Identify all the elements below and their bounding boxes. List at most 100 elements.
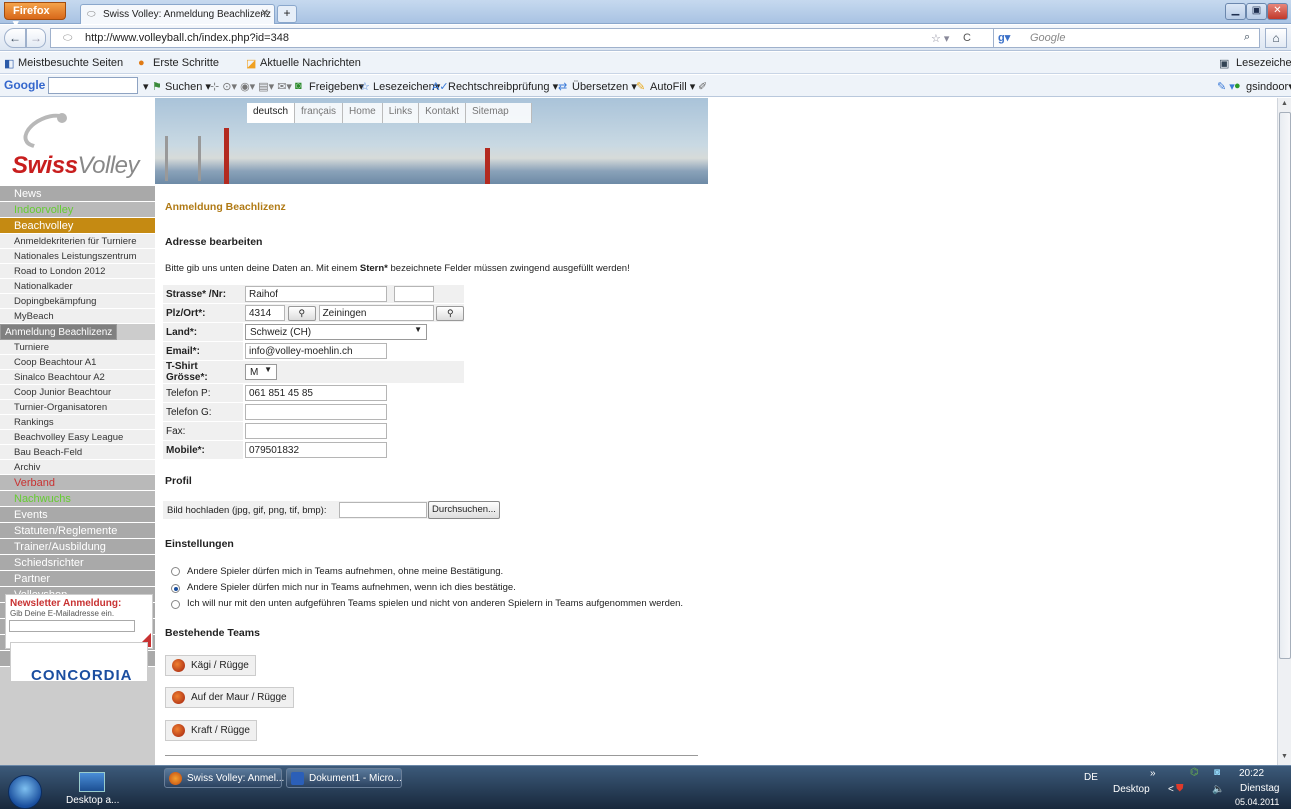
- scroll-down-icon[interactable]: ▼: [1281, 753, 1288, 760]
- sidebar-section-partner[interactable]: Partner: [0, 571, 155, 587]
- tshirt-select[interactable]: M ▼: [245, 364, 277, 380]
- team-button-2[interactable]: Auf der Maur / Rügge: [165, 687, 294, 708]
- google-search-engine-icon[interactable]: g▾: [998, 31, 1010, 44]
- lang-deutsch-link[interactable]: deutsch: [247, 103, 296, 123]
- tray-expand-icon[interactable]: »: [1150, 768, 1156, 779]
- wrench-icon[interactable]: ✎ ▾: [1217, 80, 1235, 93]
- dropdown-arrow-icon[interactable]: ▾: [143, 80, 149, 93]
- setting-radio-1[interactable]: [171, 567, 180, 576]
- sidebar-item-mybeach[interactable]: MyBeach: [0, 309, 155, 324]
- sidebar-item-beachvolley-easy-league[interactable]: Beachvolley Easy League: [0, 430, 155, 445]
- firefox-menu-button[interactable]: Firefox ▾: [4, 2, 66, 30]
- clock-time[interactable]: 20:22: [1239, 768, 1264, 779]
- sidebar-section-beachvolley[interactable]: Beachvolley: [0, 218, 155, 234]
- google-logo[interactable]: Google: [4, 78, 45, 92]
- reload-icon[interactable]: C: [963, 32, 971, 44]
- plz-input[interactable]: 4314: [245, 305, 285, 321]
- search-bar[interactable]: g▾ Google ⌕: [993, 28, 1260, 48]
- chevron-left-icon[interactable]: <: [1168, 784, 1174, 795]
- tab-close-icon[interactable]: ✕: [261, 8, 269, 19]
- home-link[interactable]: Home: [343, 103, 383, 123]
- team-button-3[interactable]: Kraft / Rügge: [165, 720, 257, 741]
- forward-button[interactable]: →: [26, 28, 46, 48]
- sidebar-item-anmeldung-beachlizenz[interactable]: Anmeldung Beachlizenz: [0, 324, 118, 340]
- land-select[interactable]: Schweiz (CH) ▼: [245, 324, 427, 340]
- browser-tab[interactable]: ⬭ Swiss Volley: Anmeldung Beachlizenz ✕: [80, 4, 275, 24]
- team-button-1[interactable]: Kägi / Rügge: [165, 655, 256, 676]
- street-number-input[interactable]: [393, 286, 434, 302]
- scrollbar-thumb[interactable]: [1279, 112, 1291, 659]
- sidebar-section-statuten-reglemente[interactable]: Statuten/Reglemente: [0, 523, 155, 539]
- sitemap-link[interactable]: Sitemap: [466, 103, 532, 123]
- toolbar-autofill-button[interactable]: AutoFill ▾: [650, 80, 695, 93]
- antivirus-icon[interactable]: ⛊: [1176, 783, 1184, 794]
- bookmark-getting-started[interactable]: Erste Schritte: [153, 57, 219, 69]
- street-input[interactable]: Raihof: [245, 286, 387, 302]
- page-scrollbar[interactable]: ▲ ▼: [1277, 98, 1291, 765]
- sidebar-item-bau-beach-feld[interactable]: Bau Beach-Feld: [0, 445, 155, 460]
- plz-lookup-button[interactable]: ⚲: [287, 305, 316, 321]
- clock-date[interactable]: 05.04.2011: [1235, 797, 1279, 807]
- bookmark-most-visited[interactable]: Meistbesuchte Seiten: [18, 57, 123, 69]
- search-icon[interactable]: ⌕: [1244, 31, 1250, 44]
- tel-g-input[interactable]: [245, 404, 387, 420]
- sidebar-section-nachwuchs[interactable]: Nachwuchs: [0, 491, 155, 507]
- minimize-button[interactable]: ▁: [1225, 3, 1246, 20]
- close-window-button[interactable]: ✕: [1267, 3, 1288, 20]
- network-icon[interactable]: ⌬: [1190, 767, 1199, 778]
- pencil-icon[interactable]: ✐: [698, 80, 707, 93]
- mobile-input[interactable]: 079501832: [245, 442, 387, 458]
- sidebar-section-events[interactable]: Events: [0, 507, 155, 523]
- ort-input[interactable]: Zeiningen: [318, 305, 434, 321]
- scroll-up-icon[interactable]: ▲: [1281, 100, 1288, 107]
- bookmarks-menu-button[interactable]: Lesezeichen: [1236, 57, 1291, 69]
- sidebar-item-dopingbek-mpfung[interactable]: Dopingbekämpfung: [0, 294, 155, 309]
- setting-radio-3[interactable]: [171, 600, 180, 609]
- sidebar-item-nationales-leistungszentrum[interactable]: Nationales Leistungszentrum: [0, 249, 155, 264]
- newsletter-email-input[interactable]: [9, 620, 135, 632]
- sidebar-item-sinalco-beachtour-a2[interactable]: Sinalco Beachtour A2: [0, 370, 155, 385]
- toolbar-translate-button[interactable]: Übersetzen ▾: [572, 80, 637, 93]
- bookmark-latest-news[interactable]: Aktuelle Nachrichten: [260, 57, 361, 69]
- language-indicator[interactable]: DE: [1084, 772, 1098, 783]
- taskbar-firefox-button[interactable]: Swiss Volley: Anmel...: [164, 768, 284, 788]
- sidebar-item-coop-junior-beachtour[interactable]: Coop Junior Beachtour: [0, 385, 155, 400]
- ort-lookup-button[interactable]: ⚲: [436, 305, 465, 321]
- sidebar-item-turniere[interactable]: Turniere: [0, 340, 155, 355]
- home-button[interactable]: ⌂: [1265, 28, 1287, 48]
- sidebar-section-schiedsrichter[interactable]: Schiedsrichter: [0, 555, 155, 571]
- sidebar-item-anmeldekriterien-f-r-turniere[interactable]: Anmeldekriterien für Turniere: [0, 234, 155, 249]
- toolbar-tools-icons[interactable]: ⊹ ⊙▾ ◉▾ ▤▾ ✉▾: [210, 80, 292, 93]
- sidebar-section-verband[interactable]: Verband: [0, 475, 155, 491]
- lang-francais-link[interactable]: français: [295, 103, 344, 123]
- sidebar-item-nationalkader[interactable]: Nationalkader: [0, 279, 155, 294]
- volume-icon[interactable]: 🔈: [1212, 784, 1224, 795]
- back-button[interactable]: ←: [4, 28, 26, 48]
- fax-input[interactable]: [245, 423, 387, 439]
- show-desktop-shortcut[interactable]: Desktop a...: [64, 772, 128, 808]
- start-button[interactable]: [8, 775, 42, 809]
- sidebar-item-road-to-london-2012[interactable]: Road to London 2012: [0, 264, 155, 279]
- tray-app-icon[interactable]: ◙: [1214, 767, 1220, 778]
- bookmark-star-icon[interactable]: ☆ ▾: [931, 32, 949, 45]
- tel-p-input[interactable]: 061 851 45 85: [245, 385, 387, 401]
- taskbar-word-button[interactable]: Dokument1 - Micro...: [286, 768, 402, 788]
- sidebar-item-rankings[interactable]: Rankings: [0, 415, 155, 430]
- url-bar[interactable]: ⬭ http://www.volleyball.ch/index.php?id=…: [50, 28, 1090, 48]
- setting-radio-2[interactable]: [171, 584, 180, 593]
- desktop-toolbar-label[interactable]: Desktop: [1113, 784, 1150, 795]
- kontakt-link[interactable]: Kontakt: [419, 103, 467, 123]
- sidebar-item-turnier-organisatoren[interactable]: Turnier-Organisatoren: [0, 400, 155, 415]
- browse-button[interactable]: Durchsuchen...: [428, 501, 500, 519]
- sidebar-section-indoorvolley[interactable]: Indoorvolley: [0, 202, 155, 218]
- toolbar-bookmarks-button[interactable]: Lesezeichen▾: [373, 80, 440, 93]
- links-link[interactable]: Links: [382, 103, 420, 123]
- sidebar-section-trainer-ausbildung[interactable]: Trainer/Ausbildung: [0, 539, 155, 555]
- google-toolbar-input[interactable]: [48, 77, 138, 94]
- toolbar-search-button[interactable]: Suchen ▾: [165, 80, 211, 93]
- maximize-button[interactable]: ▣: [1246, 3, 1267, 20]
- upload-file-input[interactable]: [339, 502, 427, 518]
- toolbar-share-button[interactable]: Freigeben▾: [309, 80, 364, 93]
- site-logo[interactable]: SwissVolley: [0, 98, 155, 184]
- new-tab-button[interactable]: +: [277, 5, 297, 23]
